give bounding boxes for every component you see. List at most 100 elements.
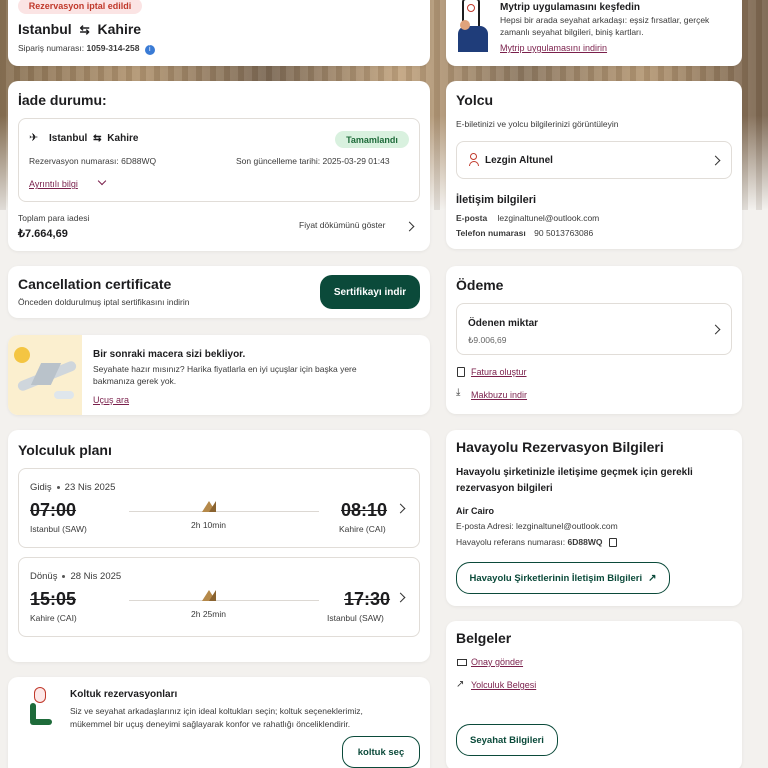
external-link-icon: ↗ [648,572,657,584]
create-invoice-link[interactable]: Fatura oluştur [471,367,527,377]
airline-contacts-button[interactable]: Havayolu Şirketlerinin İletişim Bilgiler… [456,562,670,594]
refund-total-value: ₺7.664,69 [18,228,68,240]
refund-reservation-number: Rezervasyon numarası: 6D88WQ [29,156,157,166]
external-link-icon: ↗ [456,679,465,690]
copy-icon[interactable] [608,538,617,548]
chevron-right-icon[interactable] [395,503,406,514]
document-icon [457,367,465,377]
chevron-right-icon[interactable] [395,592,406,603]
arrival-time: 17:30 [344,589,391,609]
phone-row: Telefon numarası 90 5013763086 [456,228,593,238]
airline-ref-row: Havayolu referans numarası: 6D88WQ [456,537,617,548]
seat-icon [24,687,54,729]
phone-value: 90 5013763086 [534,228,594,238]
route-line [129,600,319,601]
chevron-down-icon[interactable] [97,176,107,186]
airline-email: E-posta Adresi: lezginaltunel@outlook.co… [456,521,618,531]
download-icon: ⤓ [456,387,461,398]
phone-illustration-icon [458,0,488,52]
airline-subtitle-2: rezervasyon bilgileri [456,483,553,494]
send-confirmation-link[interactable]: Onay gönder [471,657,523,667]
refund-route: Istanbul ⇆ Kahire [49,133,138,144]
order-number-row: Sipariş numarası: 1059-314-258 i [18,43,155,55]
adventure-text-1: Seyahate hazır mısınız? Harika fiyatlarl… [93,364,357,374]
airline-title: Havayolu Rezervasyon Bilgileri [456,439,664,455]
refund-updated-date: Son güncelleme tarihi: 2025-03-29 01:43 [236,156,390,166]
contact-title: İletişim bilgileri [456,194,537,206]
refund-status-badge: Tamamlandı [335,131,409,148]
chevron-right-icon[interactable] [710,324,721,335]
download-certificate-button[interactable]: Sertifikayı indir [320,275,420,309]
travel-info-button[interactable]: Seyahat Bilgileri [456,724,558,756]
documents-title: Belgeler [456,630,512,646]
leg-label: Gidiş [30,482,52,493]
travel-document-link[interactable]: Yolculuk Belgesi [471,680,536,690]
chevron-right-icon[interactable] [710,155,721,166]
download-receipt-link[interactable]: Makbuzu indir [471,390,527,400]
user-icon [469,153,479,166]
certificate-title: Cancellation certificate [18,276,172,292]
departure-place: Istanbul (SAW) [30,524,87,534]
refund-route-from: Istanbul [49,133,88,144]
passenger-row[interactable]: Lezgin Altunel [456,141,732,179]
search-flights-link[interactable]: Uçuş ara [93,395,129,405]
departure-time: 07:00 [30,500,77,520]
email-value: lezginaltunel@outlook.com [497,213,600,223]
chevron-right-icon[interactable] [404,221,415,232]
itinerary-card: Yolculuk planı Gidiş 23 Nis 2025 07:00 Is… [8,430,430,662]
payment-title: Ödeme [456,277,504,293]
passenger-card: Yolcu E-biletinizi ve yolcu bilgileriniz… [446,81,742,249]
order-number-label: Sipariş numarası: [18,43,85,53]
certificate-card: Cancellation certificate Önceden dolduru… [8,266,430,318]
refund-detail-box: ✈ Istanbul ⇆ Kahire Tamamlandı Rezervasy… [18,118,420,202]
pyramid-icon [202,590,216,601]
email-row: E-posta lezginaltunel@outlook.com [456,213,599,223]
refund-route-to: Kahire [107,133,139,144]
paid-label: Ödenen miktar [468,318,539,329]
departure-time: 15:05 [30,589,77,609]
paid-value: ₺9.006,69 [468,335,507,345]
leg-date-row: Dönüş 28 Nis 2025 [30,571,121,582]
email-label: E-posta [456,213,488,223]
passenger-title: Yolcu [456,92,494,108]
arrival-place: Istanbul (SAW) [327,613,384,623]
info-icon[interactable]: i [144,45,155,55]
adventure-title: Bir sonraki macera sizi bekliyor. [93,349,246,360]
pyramid-icon [202,501,216,512]
app-promo-title: Mytrip uygulamasını keşfedin [500,2,641,13]
flight-leg-outbound[interactable]: Gidiş 23 Nis 2025 07:00 Istanbul (SAW) 2h… [18,468,420,548]
adventure-card: Bir sonraki macera sizi bekliyor. Seyaha… [8,335,430,415]
airline-ref-label: Havayolu referans numarası: [456,537,566,547]
select-seat-button[interactable]: koltuk seç [342,736,420,768]
carrier-name: Air Cairo [456,506,495,516]
booking-summary-card: Rezervasyon iptal edildi Istanbul ⇆ Kahi… [8,0,430,66]
seats-card: Koltuk rezervasyonları Siz ve seyahat ar… [8,677,430,768]
envelope-icon [457,659,467,666]
plane-depart-icon: ✈ [29,132,39,144]
payment-card: Ödeme Ödenen miktar ₺9.006,69 Fatura olu… [446,266,742,414]
refund-card: İade durumu: ✈ Istanbul ⇆ Kahire Tamamla… [8,81,430,251]
leg-date: 23 Nis 2025 [64,482,116,493]
airline-card: Havayolu Rezervasyon Bilgileri Havayolu … [446,430,742,606]
leg-label: Dönüş [30,571,58,582]
swap-arrows-icon: ⇆ [79,23,90,37]
arrival-place: Kahire (CAI) [339,524,386,534]
itinerary-title: Yolculuk planı [18,442,112,458]
arrival-time: 08:10 [341,500,388,520]
app-promo-card: Mytrip uygulamasını keşfedin Hepsi bir a… [446,0,742,66]
flight-duration: 2h 25min [191,609,226,619]
airline-contacts-label: Havayolu Şirketlerinin İletişim Bilgiler… [469,572,643,584]
seats-text-1: Siz ve seyahat arkadaşlarınız için ideal… [70,706,363,716]
route-title: Istanbul ⇆ Kahire [18,21,141,37]
details-link[interactable]: Ayrıntılı bilgi [29,179,78,189]
app-download-link[interactable]: Mytrip uygulamasını indirin [500,43,607,53]
price-breakdown-link[interactable]: Fiyat dökümünü göster [299,220,385,230]
paid-amount-row[interactable]: Ödenen miktar ₺9.006,69 [456,303,732,355]
flight-leg-return[interactable]: Dönüş 28 Nis 2025 15:05 Kahire (CAI) 2h 2… [18,557,420,637]
passenger-subtitle: E-biletinizi ve yolcu bilgilerinizi görü… [456,119,619,129]
swap-arrows-icon: ⇆ [93,133,102,144]
airline-subtitle-1: Havayolu şirketinizle iletişime geçmek i… [456,467,693,478]
leg-date-row: Gidiş 23 Nis 2025 [30,482,115,493]
departure-place: Kahire (CAI) [30,613,77,623]
seats-text-2: mükemmel bir uçuş deneyimi sağlayarak ko… [70,719,351,729]
